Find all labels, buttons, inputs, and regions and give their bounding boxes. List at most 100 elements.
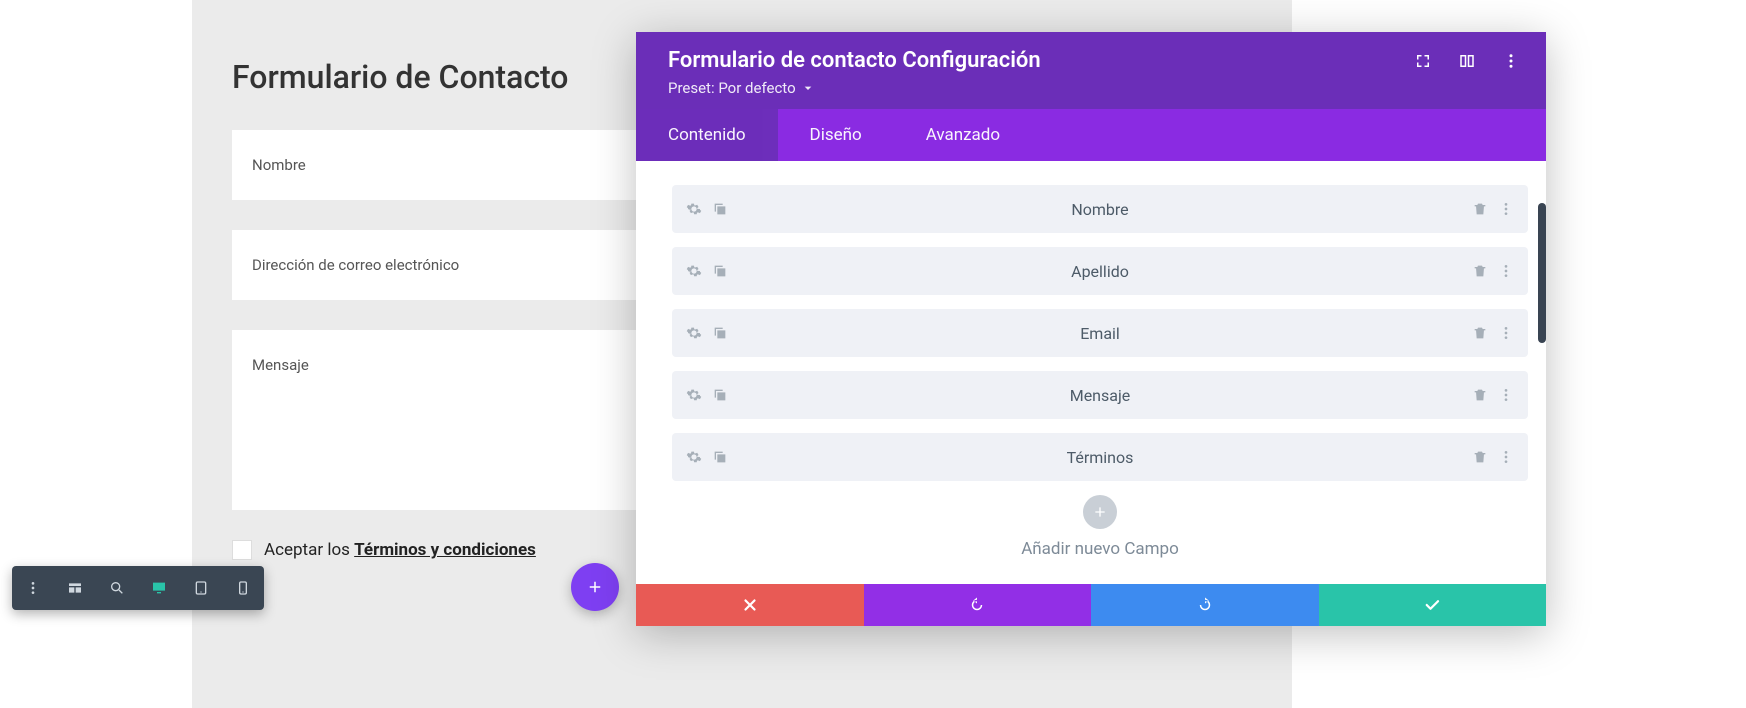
duplicate-icon — [712, 263, 728, 279]
add-module-fab[interactable] — [571, 563, 619, 611]
row-delete-button[interactable] — [1472, 449, 1488, 465]
duplicate-icon — [712, 449, 728, 465]
field-row[interactable]: Apellido — [672, 247, 1528, 295]
row-settings-button[interactable] — [686, 325, 702, 341]
field-name-label: Nombre — [252, 156, 306, 174]
row-settings-button[interactable] — [686, 201, 702, 217]
more-vertical-icon — [25, 580, 41, 596]
plus-icon — [586, 578, 604, 596]
panel-header: Formulario de contacto Configuración Pre… — [636, 32, 1546, 109]
confirm-button[interactable] — [1319, 584, 1547, 626]
toolbar-more-button[interactable] — [22, 577, 44, 599]
field-row[interactable]: Email — [672, 309, 1528, 357]
more-vertical-icon — [1498, 201, 1514, 217]
gear-icon — [686, 325, 702, 341]
tablet-icon — [193, 580, 209, 596]
field-email-label: Dirección de correo electrónico — [252, 256, 459, 274]
more-vertical-icon — [1498, 449, 1514, 465]
row-delete-button[interactable] — [1472, 325, 1488, 341]
row-more-button[interactable] — [1498, 387, 1514, 403]
terms-prefix: Aceptar los — [264, 540, 354, 560]
row-settings-button[interactable] — [686, 263, 702, 279]
plus-icon — [1092, 504, 1108, 520]
field-message-label: Mensaje — [252, 356, 309, 374]
tab-design[interactable]: Diseño — [778, 109, 894, 161]
more-vertical-icon — [1498, 325, 1514, 341]
duplicate-icon — [712, 387, 728, 403]
trash-icon — [1472, 325, 1488, 341]
panel-more-button[interactable] — [1502, 52, 1520, 70]
row-label: Email — [728, 324, 1472, 343]
preset-label: Preset: Por defecto — [668, 79, 796, 97]
row-label: Nombre — [728, 200, 1472, 219]
trash-icon — [1472, 263, 1488, 279]
duplicate-icon — [712, 325, 728, 341]
gear-icon — [686, 263, 702, 279]
add-field-label: Añadir nuevo Campo — [672, 539, 1528, 559]
more-vertical-icon — [1498, 263, 1514, 279]
row-label: Apellido — [728, 262, 1472, 281]
field-row[interactable]: Nombre — [672, 185, 1528, 233]
desktop-icon — [151, 580, 167, 596]
row-duplicate-button[interactable] — [712, 201, 728, 217]
row-label: Mensaje — [728, 386, 1472, 405]
row-settings-button[interactable] — [686, 387, 702, 403]
caret-down-icon — [800, 80, 816, 96]
panel-scrollbar[interactable] — [1538, 203, 1546, 343]
field-row[interactable]: Términos — [672, 433, 1528, 481]
undo-icon — [968, 596, 986, 614]
more-vertical-icon — [1502, 52, 1520, 70]
desktop-view-button[interactable] — [148, 577, 170, 599]
row-more-button[interactable] — [1498, 325, 1514, 341]
tab-advanced[interactable]: Avanzado — [894, 109, 1032, 161]
row-delete-button[interactable] — [1472, 201, 1488, 217]
phone-icon — [235, 580, 251, 596]
row-more-button[interactable] — [1498, 449, 1514, 465]
row-duplicate-button[interactable] — [712, 449, 728, 465]
redo-button[interactable] — [1091, 584, 1319, 626]
gear-icon — [686, 387, 702, 403]
close-icon — [741, 596, 759, 614]
snap-button[interactable] — [1458, 52, 1476, 70]
panel-footer — [636, 584, 1546, 626]
row-settings-button[interactable] — [686, 449, 702, 465]
terms-checkbox[interactable] — [232, 540, 252, 560]
wireframe-button[interactable] — [64, 577, 86, 599]
panel-title: Formulario de contacto Configuración — [668, 48, 1041, 73]
trash-icon — [1472, 201, 1488, 217]
redo-icon — [1196, 596, 1214, 614]
columns-icon — [1458, 52, 1476, 70]
expand-button[interactable] — [1414, 52, 1432, 70]
gear-icon — [686, 449, 702, 465]
preset-selector[interactable]: Preset: Por defecto — [668, 79, 1041, 97]
builder-toolbar — [12, 566, 264, 610]
tab-content[interactable]: Contenido — [636, 109, 778, 161]
field-row[interactable]: Mensaje — [672, 371, 1528, 419]
row-duplicate-button[interactable] — [712, 263, 728, 279]
row-delete-button[interactable] — [1472, 387, 1488, 403]
row-duplicate-button[interactable] — [712, 325, 728, 341]
row-delete-button[interactable] — [1472, 263, 1488, 279]
zoom-button[interactable] — [106, 577, 128, 599]
check-icon — [1423, 596, 1441, 614]
tablet-view-button[interactable] — [190, 577, 212, 599]
row-more-button[interactable] — [1498, 263, 1514, 279]
wireframe-icon — [67, 580, 83, 596]
settings-panel: Formulario de contacto Configuración Pre… — [636, 32, 1546, 626]
panel-body: Nombre Apellido Email — [636, 161, 1546, 584]
trash-icon — [1472, 449, 1488, 465]
zoom-icon — [109, 580, 125, 596]
cancel-button[interactable] — [636, 584, 864, 626]
panel-tabs: Contenido Diseño Avanzado — [636, 109, 1546, 161]
more-vertical-icon — [1498, 387, 1514, 403]
phone-view-button[interactable] — [232, 577, 254, 599]
expand-icon — [1414, 52, 1432, 70]
row-duplicate-button[interactable] — [712, 387, 728, 403]
row-label: Términos — [728, 448, 1472, 467]
row-more-button[interactable] — [1498, 201, 1514, 217]
add-field-button[interactable] — [1083, 495, 1117, 529]
undo-button[interactable] — [864, 584, 1092, 626]
terms-link[interactable]: Términos y condiciones — [354, 540, 536, 560]
duplicate-icon — [712, 201, 728, 217]
trash-icon — [1472, 387, 1488, 403]
